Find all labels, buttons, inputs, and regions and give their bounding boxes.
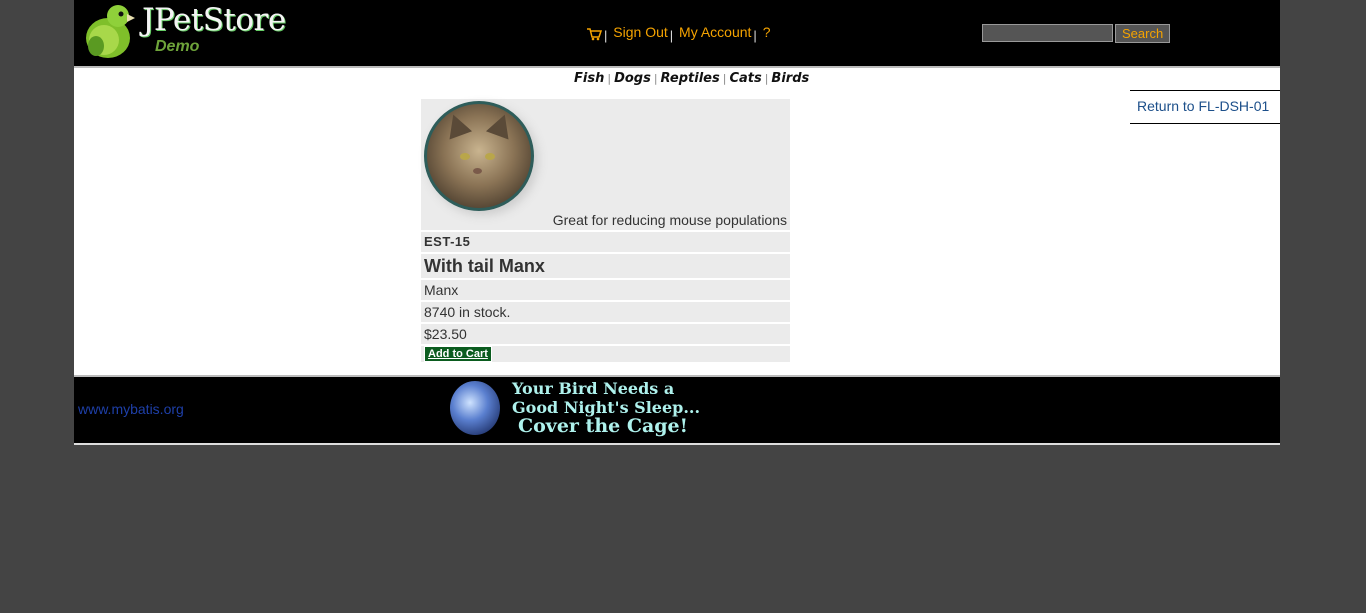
mybatis-link[interactable]: www.mybatis.org	[78, 401, 184, 417]
menu-separator: |	[669, 28, 674, 43]
add-to-cart-row: Add to Cart	[421, 346, 790, 362]
search-button[interactable]: Search	[1115, 24, 1171, 43]
quick-link-reptiles[interactable]: Reptiles	[661, 71, 720, 86]
quick-link-separator: |	[722, 72, 727, 85]
footer: www.mybatis.org Your Bird Needs a Good N…	[74, 375, 1280, 445]
page-wrapper: JPetStore Demo | Sign Out | My Account | ?…	[74, 0, 1280, 445]
help-link[interactable]: ?	[763, 24, 771, 40]
my-account-link[interactable]: My Account	[679, 24, 751, 40]
search-form: Search	[982, 24, 1171, 43]
item-description: Great for reducing mouse populations	[552, 212, 787, 228]
banner-line-3: Cover the Cage!	[518, 415, 688, 437]
quick-link-separator: |	[607, 72, 612, 85]
return-link[interactable]: Return to FL-DSH-01	[1137, 98, 1269, 114]
cat-ear-shape	[441, 110, 473, 140]
main-content: Fish | Dogs | Reptiles | Cats | Birds Return to …	[74, 68, 1280, 375]
item-name: With tail Manx	[421, 254, 790, 278]
sign-out-link[interactable]: Sign Out	[613, 24, 667, 40]
item-product: Manx	[421, 280, 790, 300]
menu-separator: |	[604, 28, 608, 43]
parrot-logo-icon	[86, 5, 135, 58]
banner-ad[interactable]: Your Bird Needs a Good Night's Sleep... …	[448, 377, 708, 441]
logo[interactable]: JPetStore Demo	[82, 2, 292, 60]
item-catalog: Great for reducing mouse populations EST…	[421, 99, 790, 364]
header-menu: | Sign Out | My Account | ?	[586, 24, 771, 43]
quick-link-separator: |	[764, 72, 769, 85]
quick-link-dogs[interactable]: Dogs	[614, 71, 651, 86]
add-to-cart-button[interactable]: Add to Cart	[424, 346, 492, 362]
quick-link-cats[interactable]: Cats	[729, 71, 761, 86]
back-link-box: Return to FL-DSH-01	[1130, 90, 1280, 124]
bird-icon	[450, 381, 500, 435]
logo-title: JPetStore	[142, 2, 286, 38]
cat-photo	[424, 101, 534, 211]
menu-separator: |	[753, 28, 757, 43]
logo-subtitle: Demo	[155, 38, 200, 55]
search-input[interactable]	[982, 24, 1113, 42]
header: JPetStore Demo | Sign Out | My Account | ?…	[74, 0, 1280, 68]
cat-ear-shape	[485, 110, 517, 140]
banner-line-1: Your Bird Needs a	[512, 379, 675, 398]
cat-nose-shape	[473, 168, 482, 174]
item-stock: 8740 in stock.	[421, 302, 790, 322]
banner-text: Your Bird Needs a Good Night's Sleep... …	[512, 379, 712, 436]
cat-eye-shape	[485, 153, 495, 160]
quick-link-fish[interactable]: Fish	[574, 71, 604, 86]
cat-eye-shape	[460, 153, 470, 160]
item-id: EST-15	[421, 232, 790, 252]
quick-link-separator: |	[653, 72, 658, 85]
quick-links: Fish | Dogs | Reptiles | Cats | Birds	[574, 71, 809, 86]
quick-link-birds[interactable]: Birds	[771, 71, 809, 86]
item-image-row: Great for reducing mouse populations	[421, 99, 790, 230]
item-price: $23.50	[421, 324, 790, 344]
cart-icon[interactable]	[586, 27, 602, 41]
